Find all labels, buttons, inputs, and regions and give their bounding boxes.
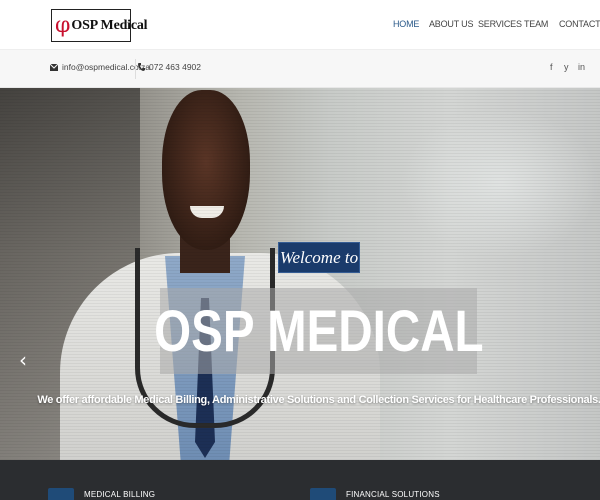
logo-symbol: φ [55,12,71,38]
hero-tagline: We offer affordable Medical Billing, Adm… [37,394,600,406]
linkedin-icon[interactable]: in [578,62,585,72]
site-header: φ OSP Medical HOME ABOUT US SERVICES TEA… [0,0,600,50]
financial-solutions-icon [310,488,336,500]
facebook-icon[interactable]: f [550,62,553,72]
medical-billing-icon [48,488,74,500]
logo-text: OSP Medical [71,17,148,33]
service-financial-solutions[interactable]: FINANCIAL SOLUTIONS [310,488,440,500]
nav-about-us[interactable]: ABOUT US [429,19,473,29]
phone-icon [138,63,145,71]
services-bar: MEDICAL BILLING FINANCIAL SOLUTIONS [0,460,600,500]
service-medical-billing[interactable]: MEDICAL BILLING [48,488,155,500]
nav-contact[interactable]: CONTACT [559,19,600,29]
phone-text: 072 463 4902 [149,62,201,72]
service-label: MEDICAL BILLING [84,490,156,499]
email-text: info@ospmedical.co.za [62,62,151,72]
welcome-banner: Welcome to [278,242,360,273]
hero-title-box: OSP MEDICAL [154,288,483,374]
nav-services[interactable]: SERVICES [478,19,522,29]
nav-home[interactable]: HOME [393,19,419,29]
envelope-icon [50,63,58,71]
phone-contact[interactable]: 072 463 4902 [138,62,201,72]
twitter-icon[interactable]: y [564,62,569,72]
welcome-text: Welcome to [279,247,359,267]
service-label: FINANCIAL SOLUTIONS [346,490,440,499]
logo[interactable]: φ OSP Medical [51,9,148,42]
nav-team[interactable]: TEAM [524,19,548,29]
contact-bar: info@ospmedical.co.za 072 463 4902 f y i… [0,50,600,88]
slider-prev-arrow-icon[interactable]: ‹ [19,348,27,372]
hero-title: OSP MEDICAL [153,298,484,364]
contact-divider [135,59,136,79]
